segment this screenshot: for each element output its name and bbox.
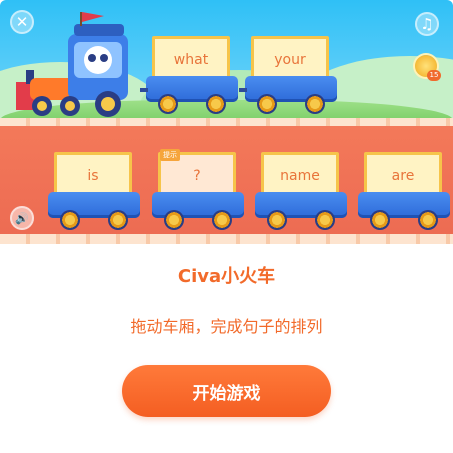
wheel-icon: [164, 210, 184, 230]
game-subtitle: 拖动车厢，完成句子的排列: [130, 317, 323, 336]
wheel-icon: [257, 94, 277, 114]
bottom-track: [0, 234, 453, 244]
wheel-icon: [212, 210, 232, 230]
wheel-icon: [370, 210, 390, 230]
wheel-icon: [315, 210, 335, 230]
word-cart[interactable]: name: [255, 152, 347, 232]
locomotive-icon: [16, 12, 128, 117]
wheel-icon: [418, 210, 438, 230]
hint-tag: 提示: [160, 149, 180, 161]
sound-button[interactable]: 🔊: [10, 206, 34, 230]
wheel-icon: [206, 94, 226, 114]
music-icon: ♫: [420, 15, 434, 33]
cart-hitch: [239, 88, 247, 92]
wheel-icon: [158, 94, 178, 114]
wheel-icon: [267, 210, 287, 230]
speaker-icon: 🔊: [15, 211, 29, 225]
wheel-icon: [60, 210, 80, 230]
word-cart[interactable]: is: [48, 152, 140, 232]
assembled-cart[interactable]: what: [140, 36, 238, 116]
assembled-cart[interactable]: your: [239, 36, 337, 116]
start-game-button[interactable]: 开始游戏: [122, 365, 331, 417]
word-cart[interactable]: are: [358, 152, 450, 232]
coin-count: 15: [427, 70, 441, 81]
cart-hitch: [140, 88, 148, 92]
wheel-icon: [305, 94, 325, 114]
music-button[interactable]: ♫: [415, 12, 439, 36]
game-scene: ✕ ♫ 15 what your is ? 提示 name are 🔊: [0, 0, 453, 244]
word-cart[interactable]: ? 提示: [152, 149, 244, 232]
wheel-icon: [108, 210, 128, 230]
game-title: Civa小火车: [177, 266, 276, 287]
